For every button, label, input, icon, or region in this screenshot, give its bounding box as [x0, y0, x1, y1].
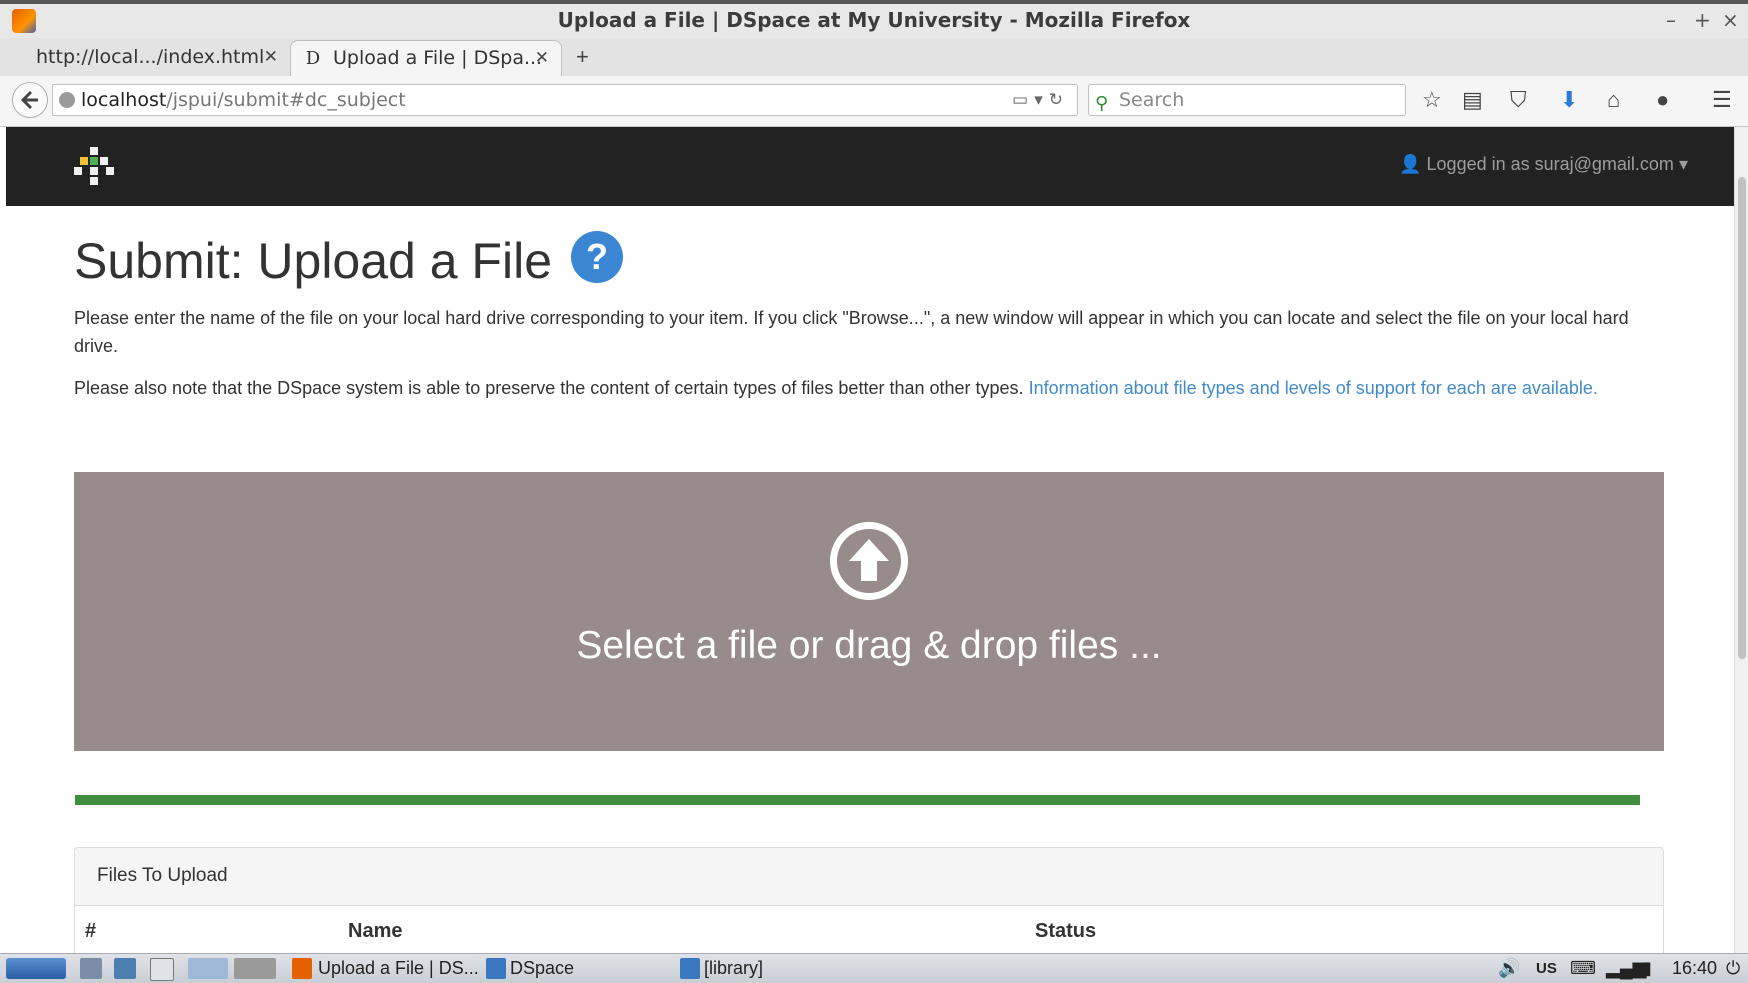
help-icon[interactable]: ?: [571, 231, 623, 283]
new-tab-icon[interactable]: +: [576, 40, 589, 74]
close-window-icon[interactable]: ×: [1722, 8, 1739, 32]
reader-view-icon[interactable]: ▭: [1012, 90, 1034, 110]
site-header: 👤 Logged in as suraj@gmail.com ▾: [6, 127, 1734, 206]
keyboard-icon[interactable]: ⌨: [1570, 954, 1596, 983]
file-dropzone[interactable]: Select a file or drag & drop files ...: [74, 472, 1664, 751]
home-icon[interactable]: ⌂: [1607, 87, 1620, 113]
volume-icon[interactable]: 🔊: [1498, 954, 1520, 983]
taskbar-item-dspace[interactable]: DSpace: [510, 954, 574, 983]
page-scrollbar[interactable]: [1734, 127, 1748, 953]
files-to-upload-panel: Files To Upload # Name Status: [74, 847, 1664, 957]
downloads-icon[interactable]: ⬇: [1560, 87, 1578, 113]
close-tab-icon[interactable]: ✕: [264, 40, 278, 74]
search-input[interactable]: ⚲ Search: [1088, 84, 1406, 116]
search-engine-icon[interactable]: ⚲: [1095, 89, 1108, 119]
folder-task-icon: [486, 958, 506, 979]
taskbar-item-library[interactable]: [library]: [704, 954, 763, 983]
panel-title: Files To Upload: [97, 865, 228, 886]
dspace-logo-icon[interactable]: [74, 147, 114, 187]
back-button[interactable]: [12, 82, 48, 118]
hamburger-menu-icon[interactable]: ☰: [1712, 87, 1732, 113]
reload-icon[interactable]: ↻: [1049, 90, 1069, 110]
scrollbar-thumb[interactable]: [1738, 177, 1746, 659]
dspace-favicon-icon: D: [305, 48, 321, 69]
tab-index[interactable]: http://local.../index.html ✕: [10, 40, 290, 76]
url-bar[interactable]: localhost/jspui/submit#dc_subject ▭▾↻: [52, 84, 1078, 116]
minimize-icon[interactable]: –: [1666, 8, 1676, 32]
dropzone-label: Select a file or drag & drop files ...: [576, 624, 1162, 667]
user-icon: 👤: [1399, 154, 1422, 174]
url-host: localhost: [81, 89, 167, 111]
bookmark-star-icon[interactable]: ☆: [1422, 87, 1442, 113]
back-arrow-icon: [20, 90, 38, 110]
file-support-paragraph: Please also note that the DSpace system …: [74, 374, 1694, 402]
clock[interactable]: 16:40: [1672, 954, 1717, 983]
history-dropdown-icon[interactable]: ▾: [1034, 90, 1049, 110]
window-title: Upload a File | DSpace at My University …: [557, 8, 1191, 32]
workspace-2-icon[interactable]: [234, 958, 276, 979]
chat-icon[interactable]: ●: [1656, 87, 1669, 113]
tab-label: http://local.../index.html: [36, 46, 265, 68]
keyboard-layout[interactable]: US: [1536, 954, 1557, 983]
file-types-link[interactable]: Information about file types and levels …: [1029, 378, 1598, 398]
column-header-status: Status: [1035, 920, 1097, 942]
tab-label: Upload a File | DSpa...: [333, 47, 543, 69]
tab-upload-file[interactable]: D Upload a File | DSpa... ✕: [290, 40, 562, 76]
user-menu[interactable]: 👤 Logged in as suraj@gmail.com ▾: [1399, 154, 1688, 175]
maximize-icon[interactable]: +: [1694, 8, 1711, 32]
power-icon[interactable]: ⏻: [1726, 954, 1740, 983]
workspace-1-icon[interactable]: [188, 958, 228, 979]
pocket-icon[interactable]: ⛉: [1510, 87, 1527, 113]
desktop-icon[interactable]: [114, 958, 136, 979]
column-header-number: #: [85, 920, 97, 942]
close-tab-icon[interactable]: ✕: [535, 41, 549, 75]
upload-progress-bar: [75, 795, 1640, 805]
column-header-name: Name: [348, 920, 403, 942]
tab-strip: http://local.../index.html ✕ D Upload a …: [0, 38, 1748, 77]
site-info-icon[interactable]: [59, 92, 75, 108]
navigation-toolbar: localhost/jspui/submit#dc_subject ▭▾↻ ⚲ …: [0, 76, 1748, 127]
caret-down-icon: ▾: [1678, 154, 1688, 174]
bookmarks-menu-icon[interactable]: ▤: [1462, 87, 1483, 113]
logged-in-label: Logged in as suraj@gmail.com: [1426, 154, 1674, 174]
panel-heading: Files To Upload: [75, 848, 1663, 906]
start-menu-icon[interactable]: [6, 958, 66, 979]
taskbar-item-firefox[interactable]: Upload a File | DS...: [318, 954, 479, 983]
battery-icon[interactable]: ▮: [1642, 954, 1652, 983]
file-manager-icon[interactable]: [80, 958, 102, 979]
upload-arrow-svg: [849, 539, 889, 581]
url-path: /jspui/submit#dc_subject: [166, 89, 406, 111]
network-signal-icon[interactable]: ▂▄▆: [1606, 954, 1646, 983]
search-placeholder: Search: [1119, 89, 1185, 111]
system-taskbar: Upload a File | DS... DSpace [library] 🔊…: [0, 953, 1748, 983]
upload-arrow-icon: [830, 522, 908, 600]
instructions-paragraph: Please enter the name of the file on you…: [74, 308, 1629, 356]
page-title: Submit: Upload a File: [74, 233, 553, 289]
window-titlebar: Upload a File | DSpace at My University …: [0, 0, 1748, 38]
window-icon[interactable]: [150, 958, 174, 981]
folder-task-icon: [680, 958, 700, 979]
file-support-text: Please also note that the DSpace system …: [74, 378, 1024, 398]
firefox-task-icon: [292, 958, 312, 979]
